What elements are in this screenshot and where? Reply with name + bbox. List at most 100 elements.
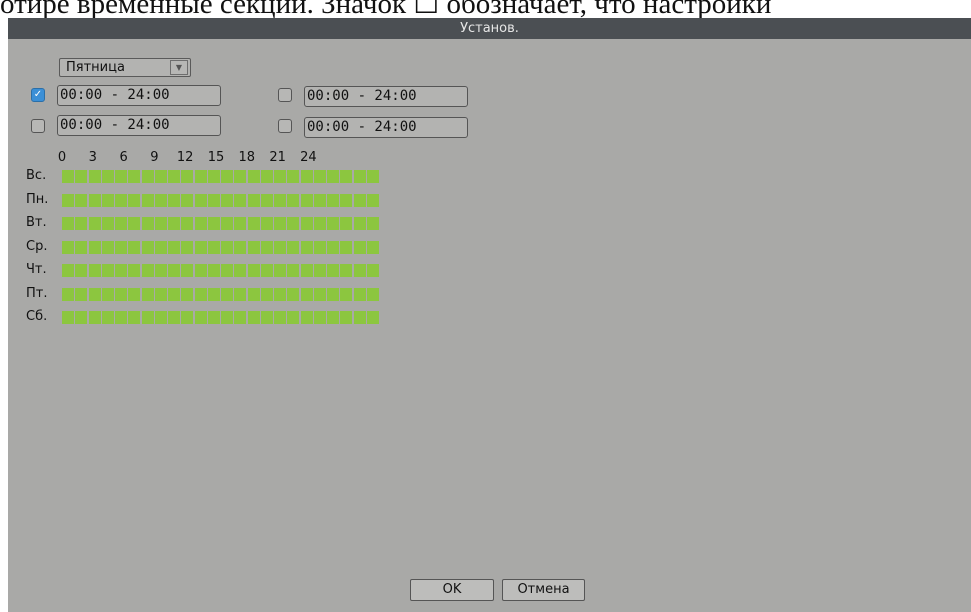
hour-segment[interactable] <box>154 240 167 254</box>
hour-segment[interactable] <box>353 287 366 301</box>
hour-segment[interactable] <box>181 264 194 277</box>
hour-segment[interactable] <box>274 217 286 230</box>
hour-segment[interactable] <box>62 193 74 207</box>
hour-segment[interactable] <box>353 217 366 230</box>
hour-segment[interactable] <box>300 264 313 277</box>
hour-segment[interactable] <box>62 170 74 183</box>
hour-segment[interactable] <box>141 264 154 277</box>
hour-segment[interactable] <box>260 287 273 301</box>
hour-segment[interactable] <box>207 240 220 254</box>
hour-segment[interactable] <box>340 311 353 324</box>
hour-segment[interactable] <box>168 287 180 301</box>
ok-button[interactable]: OK <box>410 579 494 601</box>
hour-segment[interactable] <box>181 170 194 183</box>
hour-segment[interactable] <box>353 311 366 324</box>
period-4-time-field[interactable]: 00:00 - 24:00 <box>304 117 468 138</box>
hour-segment[interactable] <box>221 311 233 324</box>
hour-segment[interactable] <box>287 264 300 277</box>
hour-segment[interactable] <box>234 170 247 183</box>
period-3-checkbox[interactable] <box>31 119 45 133</box>
hour-segment[interactable] <box>101 240 114 254</box>
hour-segment[interactable] <box>128 170 141 183</box>
hour-segment[interactable] <box>353 240 366 254</box>
hour-segment[interactable] <box>274 240 286 254</box>
hour-segment[interactable] <box>154 264 167 277</box>
hour-segment[interactable] <box>88 264 101 277</box>
hour-segment[interactable] <box>75 264 88 277</box>
hour-segment[interactable] <box>88 311 101 324</box>
hour-segment[interactable] <box>101 311 114 324</box>
hour-segment[interactable] <box>247 193 260 207</box>
hour-segment[interactable] <box>340 170 353 183</box>
period-2-time-field[interactable]: 00:00 - 24:00 <box>304 86 468 107</box>
hour-segment[interactable] <box>234 240 247 254</box>
hour-segment[interactable] <box>115 264 127 277</box>
hour-segment[interactable] <box>75 287 88 301</box>
hour-segment[interactable] <box>101 217 114 230</box>
schedule-row[interactable] <box>62 311 380 324</box>
hour-segment[interactable] <box>313 240 326 254</box>
hour-segment[interactable] <box>313 170 326 183</box>
hour-segment[interactable] <box>194 287 207 301</box>
hour-segment[interactable] <box>353 193 366 207</box>
hour-segment[interactable] <box>353 170 366 183</box>
hour-segment[interactable] <box>340 264 353 277</box>
hour-segment[interactable] <box>234 264 247 277</box>
hour-segment[interactable] <box>194 264 207 277</box>
hour-segment[interactable] <box>221 193 233 207</box>
chevron-down-icon[interactable]: ▼ <box>170 60 188 75</box>
hour-segment[interactable] <box>247 217 260 230</box>
hour-segment[interactable] <box>128 287 141 301</box>
hour-segment[interactable] <box>154 170 167 183</box>
hour-segment[interactable] <box>207 217 220 230</box>
hour-segment[interactable] <box>141 311 154 324</box>
hour-segment[interactable] <box>327 217 339 230</box>
hour-segment[interactable] <box>221 217 233 230</box>
hour-segment[interactable] <box>221 240 233 254</box>
hour-segment[interactable] <box>168 311 180 324</box>
hour-segment[interactable] <box>141 240 154 254</box>
hour-segment[interactable] <box>154 287 167 301</box>
hour-segment[interactable] <box>234 287 247 301</box>
hour-segment[interactable] <box>300 170 313 183</box>
hour-segment[interactable] <box>181 193 194 207</box>
hour-segment[interactable] <box>327 170 339 183</box>
schedule-row[interactable] <box>62 193 380 207</box>
hour-segment[interactable] <box>168 240 180 254</box>
hour-segment[interactable] <box>207 287 220 301</box>
hour-segment[interactable] <box>366 287 379 301</box>
hour-segment[interactable] <box>62 240 74 254</box>
hour-segment[interactable] <box>115 240 127 254</box>
hour-segment[interactable] <box>168 264 180 277</box>
hour-segment[interactable] <box>101 170 114 183</box>
schedule-row[interactable] <box>62 287 380 301</box>
hour-segment[interactable] <box>260 170 273 183</box>
hour-segment[interactable] <box>274 170 286 183</box>
hour-segment[interactable] <box>340 193 353 207</box>
hour-segment[interactable] <box>207 170 220 183</box>
hour-segment[interactable] <box>128 311 141 324</box>
period-3-time-field[interactable]: 00:00 - 24:00 <box>57 115 221 136</box>
hour-segment[interactable] <box>327 264 339 277</box>
hour-segment[interactable] <box>75 240 88 254</box>
hour-segment[interactable] <box>340 217 353 230</box>
hour-segment[interactable] <box>366 217 379 230</box>
hour-segment[interactable] <box>327 193 339 207</box>
cancel-button[interactable]: Отмена <box>502 579 585 601</box>
hour-segment[interactable] <box>234 193 247 207</box>
hour-segment[interactable] <box>101 287 114 301</box>
hour-segment[interactable] <box>274 264 286 277</box>
hour-segment[interactable] <box>207 193 220 207</box>
hour-segment[interactable] <box>75 170 88 183</box>
hour-segment[interactable] <box>115 287 127 301</box>
period-1-checkbox[interactable]: ✓ <box>31 88 45 102</box>
hour-segment[interactable] <box>141 287 154 301</box>
day-select[interactable]: Пятница ▼ <box>59 58 191 77</box>
hour-segment[interactable] <box>234 311 247 324</box>
hour-segment[interactable] <box>62 264 74 277</box>
hour-segment[interactable] <box>62 217 74 230</box>
hour-segment[interactable] <box>88 217 101 230</box>
hour-segment[interactable] <box>194 217 207 230</box>
hour-segment[interactable] <box>101 264 114 277</box>
schedule-row[interactable] <box>62 217 380 230</box>
